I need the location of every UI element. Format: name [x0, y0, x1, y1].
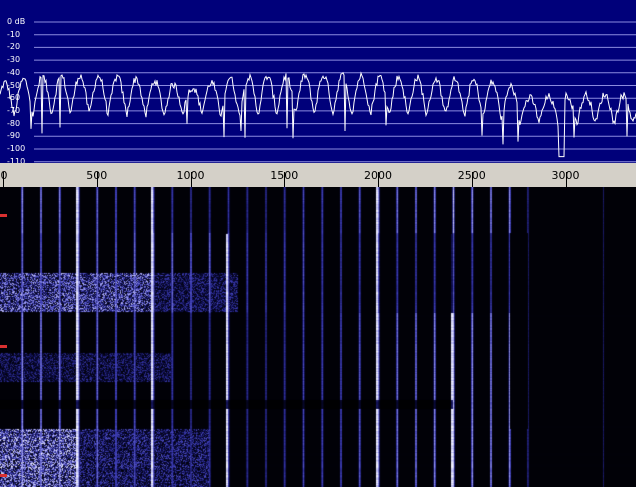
frequency-tick-label: 1500: [270, 169, 299, 182]
waterfall-segment-marker: [0, 345, 7, 348]
db-tick-label: -40: [7, 67, 21, 77]
frequency-tick-label: 2000: [364, 169, 392, 182]
db-tick-label: -80: [7, 118, 21, 128]
db-tick-label: -90: [7, 131, 21, 141]
db-tick-label: 0 dB: [7, 17, 26, 26]
db-tick-label: -100: [7, 144, 26, 153]
frequency-tick-label: 2500: [457, 169, 486, 182]
frequency-tick-label: 3000: [551, 169, 580, 182]
db-tick-label: -10: [7, 29, 21, 39]
spectrum-display[interactable]: 0 dB -10 -20 -30 -40 -50 -60 -70 -80 -90 -100 -110: [0, 0, 636, 163]
spectrum-plot: [0, 21, 636, 163]
waterfall-display[interactable]: [0, 187, 636, 487]
db-tick-label: -70: [7, 105, 21, 115]
waterfall-image: [0, 187, 636, 487]
frequency-tick-label: 1000: [176, 169, 205, 182]
db-tick-label: -30: [7, 55, 21, 65]
frequency-ruler[interactable]: 0 500 1000 1500 2000 2500 3000: [0, 163, 636, 187]
db-tick-label: -60: [7, 93, 21, 103]
db-tick-label: -50: [7, 80, 21, 90]
waterfall-segment-marker: [0, 474, 7, 477]
frequency-tick-label: 0: [0, 169, 8, 182]
waterfall-segment-marker: [0, 214, 7, 217]
frequency-tick-label: 500: [86, 169, 108, 182]
db-tick-label: -20: [7, 42, 21, 52]
